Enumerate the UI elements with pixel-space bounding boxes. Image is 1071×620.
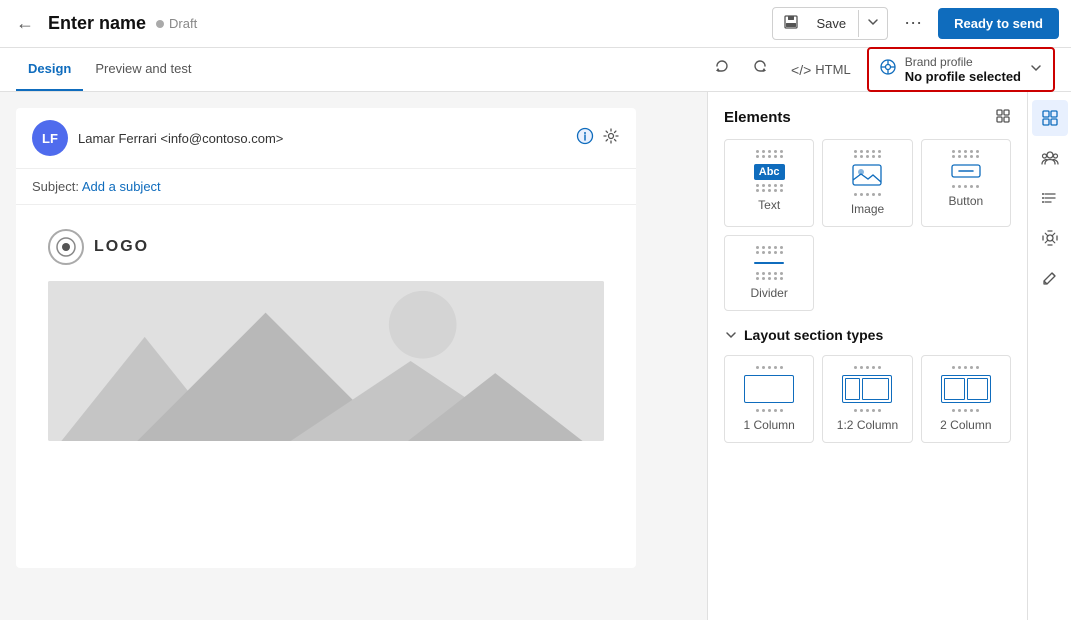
sub-nav-tabs: Design Preview and test <box>16 48 203 91</box>
brand-profile-value: No profile selected <box>905 69 1021 84</box>
divider-element-icon <box>754 246 784 280</box>
elements-grid: Abc Text Image <box>724 139 1011 311</box>
email-body: LOGO <box>16 205 636 465</box>
brand-profile-chevron-icon <box>1029 61 1043 78</box>
email-info-button[interactable] <box>576 127 594 150</box>
element-image[interactable]: Image <box>822 139 912 227</box>
html-button[interactable]: </> HTML <box>783 58 859 82</box>
divider-label: Divider <box>750 286 787 300</box>
save-icon <box>773 8 805 39</box>
image-label: Image <box>851 202 884 216</box>
brand-profile-title: Brand profile <box>905 55 1021 69</box>
2-column-label: 2 Column <box>940 418 991 432</box>
brand-profile-text: Brand profile No profile selected <box>905 55 1021 84</box>
12col-icon <box>842 366 892 412</box>
element-divider[interactable]: Divider <box>724 235 814 311</box>
button-label: Button <box>948 194 983 208</box>
sidebar-pen-button[interactable] <box>1032 260 1068 296</box>
avatar: LF <box>32 120 68 156</box>
back-button[interactable]: ← <box>12 9 38 38</box>
email-canvas: LF Lamar Ferrari <info@contoso.com> Subj… <box>0 92 707 620</box>
elements-panel: Elements Abc Text <box>707 92 1027 620</box>
save-button-group: Save <box>772 7 889 40</box>
top-bar: ← Enter name Draft Save ⋯ Ready to send <box>0 0 1071 48</box>
layout-1-column[interactable]: 1 Column <box>724 355 814 443</box>
subject-label: Subject: <box>32 179 79 194</box>
sidebar-layout-button[interactable] <box>1032 100 1068 136</box>
layout-12-column[interactable]: 1:2 Column <box>822 355 912 443</box>
12-column-label: 1:2 Column <box>837 418 898 432</box>
image-placeholder <box>48 281 604 441</box>
logo-text: LOGO <box>94 238 149 256</box>
text-element-icon: Abc <box>754 150 785 192</box>
sender-name: Lamar Ferrari <info@contoso.com> <box>78 131 283 146</box>
layout-grid: 1 Column 1:2 Column <box>724 355 1011 443</box>
undo-button[interactable] <box>707 54 737 85</box>
image-element-icon <box>852 150 882 196</box>
button-element-icon <box>951 150 981 188</box>
element-button[interactable]: Button <box>921 139 1011 227</box>
page-title: Enter name <box>48 13 146 34</box>
ready-to-send-button[interactable]: Ready to send <box>938 8 1059 39</box>
brand-profile-selector[interactable]: Brand profile No profile selected <box>867 47 1055 92</box>
tab-design[interactable]: Design <box>16 48 83 91</box>
subject-line: Subject: Add a subject <box>16 169 636 205</box>
email-settings-button[interactable] <box>602 127 620 150</box>
expand-elements-button[interactable] <box>995 108 1011 127</box>
brand-profile-icon <box>879 58 897 81</box>
add-subject-link[interactable]: Add a subject <box>82 179 161 194</box>
sender-info: LF Lamar Ferrari <info@contoso.com> <box>32 120 283 156</box>
email-container: LF Lamar Ferrari <info@contoso.com> Subj… <box>16 108 636 568</box>
logo-area: LOGO <box>48 229 149 265</box>
save-main-button[interactable]: Save <box>805 10 859 37</box>
email-header: LF Lamar Ferrari <info@contoso.com> <box>16 108 636 169</box>
tab-preview-and-test[interactable]: Preview and test <box>83 48 203 91</box>
layout-2-column[interactable]: 2 Column <box>921 355 1011 443</box>
main-content: LF Lamar Ferrari <info@contoso.com> Subj… <box>0 92 1071 620</box>
elements-title: Elements <box>724 108 1011 127</box>
1col-icon <box>744 366 794 412</box>
sidebar-personalize-button[interactable] <box>1032 220 1068 256</box>
save-dropdown-button[interactable] <box>858 10 887 37</box>
element-text[interactable]: Abc Text <box>724 139 814 227</box>
redo-button[interactable] <box>745 54 775 85</box>
top-bar-right: Save ⋯ Ready to send <box>772 7 1060 40</box>
sub-nav-right: </> HTML Brand profile No profile select… <box>707 47 1055 92</box>
sidebar-icons <box>1027 92 1071 620</box>
sub-nav: Design Preview and test </> HTML Brand p… <box>0 48 1071 92</box>
layout-header[interactable]: Layout section types <box>724 327 1011 343</box>
top-bar-left: ← Enter name Draft <box>12 9 197 38</box>
layout-section: Layout section types 1 Column <box>724 327 1011 443</box>
sidebar-list-button[interactable] <box>1032 180 1068 216</box>
email-actions <box>576 127 620 150</box>
logo-icon <box>48 229 84 265</box>
draft-dot <box>156 20 164 28</box>
2col-icon <box>941 366 991 412</box>
draft-badge: Draft <box>156 16 197 31</box>
layout-chevron-icon <box>724 328 738 342</box>
more-options-button[interactable]: ⋯ <box>896 9 930 38</box>
sidebar-people-button[interactable] <box>1032 140 1068 176</box>
html-angle-icon: </> <box>791 62 811 78</box>
text-label: Text <box>758 198 780 212</box>
1-column-label: 1 Column <box>743 418 794 432</box>
draft-label: Draft <box>169 16 197 31</box>
